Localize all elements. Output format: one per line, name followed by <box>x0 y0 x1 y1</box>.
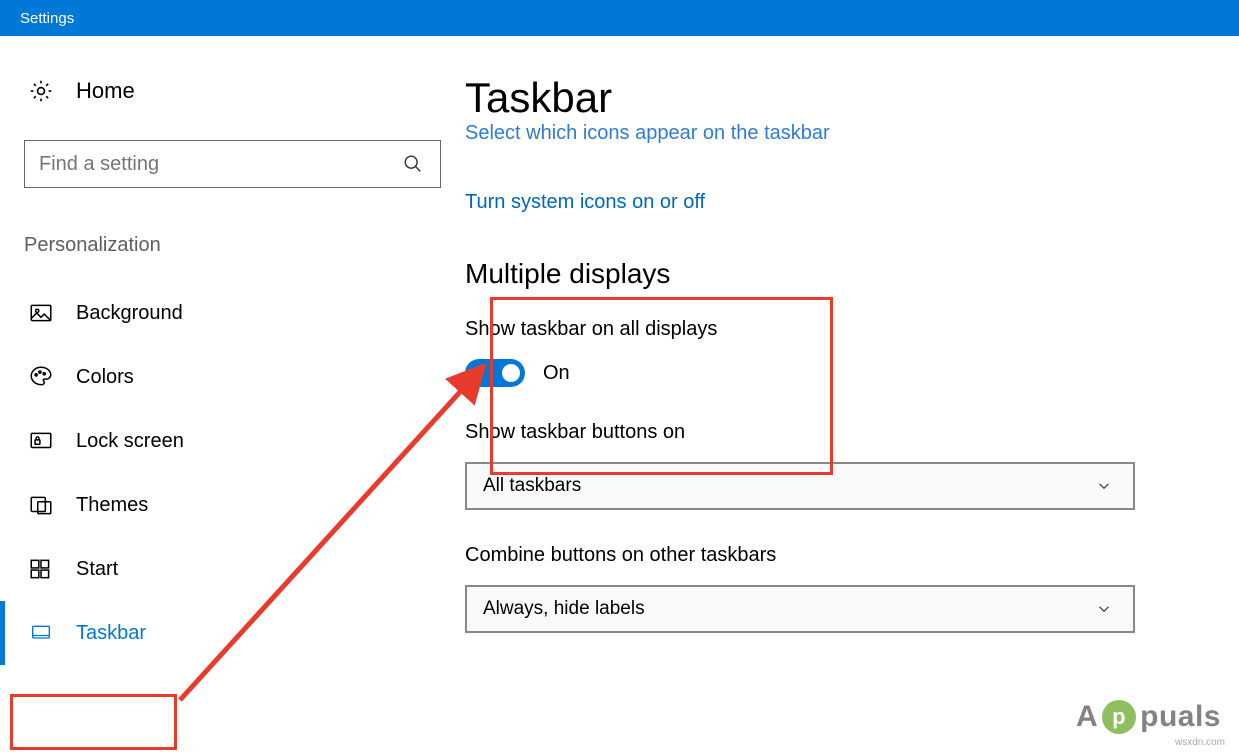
section-label: Personalization <box>0 234 465 257</box>
sidebar-item-taskbar[interactable]: Taskbar <box>0 601 465 665</box>
sidebar-item-colors[interactable]: Colors <box>0 345 465 409</box>
home-label: Home <box>76 78 135 104</box>
title-bar: Settings <box>0 0 1239 36</box>
lock-screen-icon <box>28 428 54 454</box>
show-taskbar-label: Show taskbar on all displays <box>465 318 1199 341</box>
start-icon <box>28 556 54 582</box>
palette-icon <box>28 364 54 390</box>
sidebar-item-lockscreen[interactable]: Lock screen <box>0 409 465 473</box>
multiple-displays-heading: Multiple displays <box>465 258 1199 290</box>
chevron-down-icon <box>1091 473 1117 499</box>
search-box[interactable] <box>24 140 441 188</box>
show-buttons-label: Show taskbar buttons on <box>465 421 1199 444</box>
home-nav[interactable]: Home <box>0 78 465 104</box>
sidebar-item-label: Background <box>76 302 183 325</box>
watermark: A p puals <box>1076 700 1221 734</box>
dropdown-value: Always, hide labels <box>483 598 645 620</box>
sidebar-item-label: Taskbar <box>76 622 146 645</box>
show-buttons-dropdown[interactable]: All taskbars <box>465 462 1135 510</box>
combine-label: Combine buttons on other taskbars <box>465 544 1199 567</box>
show-taskbar-toggle[interactable] <box>465 359 525 387</box>
sidebar-item-label: Start <box>76 558 118 581</box>
chevron-down-icon <box>1091 596 1117 622</box>
search-input[interactable] <box>39 153 399 176</box>
taskbar-icon <box>28 620 54 646</box>
sidebar-item-label: Themes <box>76 494 148 517</box>
dropdown-value: All taskbars <box>483 475 581 497</box>
picture-icon <box>28 300 54 326</box>
sidebar-item-label: Colors <box>76 366 134 389</box>
sidebar-item-background[interactable]: Background <box>0 281 465 345</box>
gear-icon <box>28 78 54 104</box>
window-title: Settings <box>20 10 74 27</box>
watermark-site: wsxdn.com <box>1175 737 1225 748</box>
page-title: Taskbar <box>465 74 1199 122</box>
sidebar-item-themes[interactable]: Themes <box>0 473 465 537</box>
sidebar-item-start[interactable]: Start <box>0 537 465 601</box>
toggle-state-label: On <box>543 362 570 385</box>
link-select-icons[interactable]: Select which icons appear on the taskbar <box>465 122 1199 145</box>
sidebar-item-label: Lock screen <box>76 430 184 453</box>
link-system-icons[interactable]: Turn system icons on or off <box>465 191 1199 214</box>
main-panel: Taskbar Select which icons appear on the… <box>465 36 1239 752</box>
combine-dropdown[interactable]: Always, hide labels <box>465 585 1135 633</box>
watermark-badge: p <box>1102 700 1136 734</box>
search-icon <box>400 151 426 177</box>
themes-icon <box>28 492 54 518</box>
sidebar: Home Personalization Background <box>0 36 465 752</box>
